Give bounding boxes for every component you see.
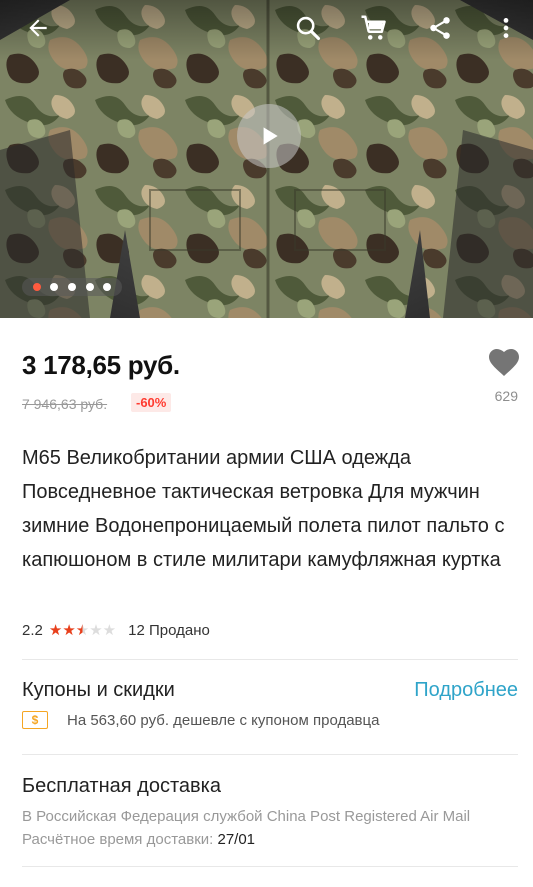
- pager-dot[interactable]: [85, 283, 94, 291]
- play-icon: [263, 127, 278, 145]
- share-icon[interactable]: [420, 8, 460, 48]
- divider: [22, 754, 518, 755]
- cart-icon[interactable]: [354, 8, 394, 48]
- divider: [22, 659, 518, 660]
- heart-icon: [489, 349, 519, 376]
- carousel-pager[interactable]: [22, 278, 122, 296]
- coupon-row[interactable]: $ На 563,60 руб. дешевле с купоном прода…: [22, 711, 379, 729]
- delivery-estimate-label: Расчётное время доставки:: [22, 831, 218, 848]
- coupon-text: На 563,60 руб. дешевле с купоном продавц…: [67, 711, 380, 729]
- star-empty-icon: ★: [89, 622, 103, 639]
- coupons-details-link[interactable]: Подробнее: [414, 679, 518, 702]
- product-image-carousel[interactable]: [0, 0, 533, 318]
- rating-value: 2.2: [22, 622, 43, 639]
- pager-dot[interactable]: [67, 283, 76, 291]
- coupons-heading: Купоны и скидки: [22, 679, 175, 701]
- pager-dot[interactable]: [103, 283, 112, 291]
- wishlist-count: 629: [494, 388, 518, 404]
- rating-row[interactable]: 2.2 ★ ★ ★ ★ ★ 12 Продано: [22, 622, 210, 639]
- delivery-estimate: Расчётное время доставки: 27/01: [22, 831, 255, 848]
- product-title: M65 Великобритании армии США одежда Повс…: [22, 447, 505, 571]
- discount-badge: -60%: [131, 393, 172, 412]
- top-bar: [0, 0, 533, 56]
- back-arrow-icon[interactable]: [18, 8, 58, 48]
- pager-dot[interactable]: [50, 283, 59, 291]
- shipping-heading: Бесплатная доставка: [22, 775, 221, 797]
- rating-stars: ★ ★ ★ ★ ★: [49, 623, 116, 638]
- star-half-icon: ★: [75, 622, 90, 639]
- star-full-icon: ★: [48, 622, 63, 639]
- delivery-date: 27/01: [217, 831, 256, 848]
- coupon-icon: $: [22, 711, 48, 729]
- divider: [22, 866, 518, 867]
- current-price: 3 178,65 руб.: [22, 350, 180, 380]
- search-icon[interactable]: [288, 8, 328, 48]
- more-vertical-icon[interactable]: [486, 8, 526, 48]
- star-empty-icon: ★: [102, 622, 117, 639]
- pager-dot-active[interactable]: [32, 283, 41, 291]
- star-full-icon: ★: [62, 622, 76, 639]
- play-video-button[interactable]: [237, 104, 301, 168]
- sold-count: 12 Продано: [128, 622, 210, 639]
- shipping-method: В Российская Федерация службой China Pos…: [22, 808, 471, 825]
- add-to-wishlist-button[interactable]: [486, 344, 522, 378]
- original-price: 7 946,63 руб.: [22, 396, 108, 412]
